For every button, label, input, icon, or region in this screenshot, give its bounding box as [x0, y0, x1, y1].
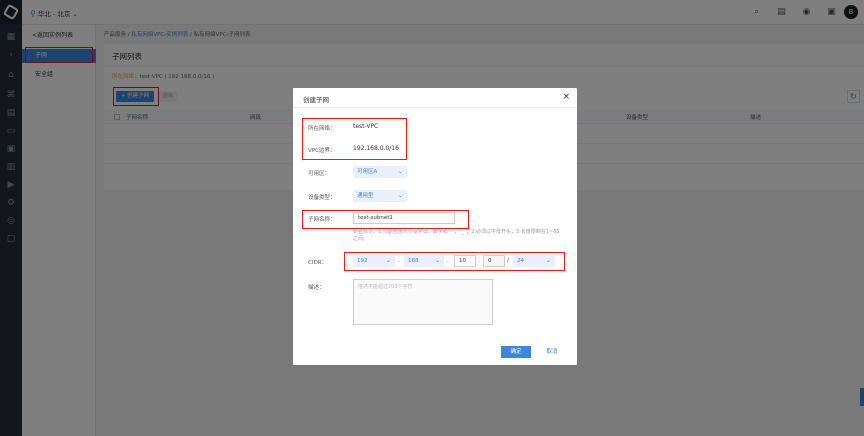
cidr-dot: . [478, 257, 480, 264]
cancel-button[interactable]: 取消 [537, 346, 567, 358]
cidr-label: CIDR： [308, 260, 328, 266]
divider [293, 107, 577, 108]
description-label: 描述： [308, 285, 325, 291]
create-subnet-dialog: 创建子网 × 所在网络： test-VPC VPC边界： 192.168.0.0… [293, 88, 577, 365]
device-type-select-value: 通用型 [357, 193, 374, 199]
chevron-down-icon: ⌄ [545, 257, 551, 264]
cidr-octet2-value: 168 [408, 258, 419, 264]
device-type-label: 设备类型： [308, 195, 336, 201]
device-type-select[interactable]: 通用型 ⌄ [353, 190, 407, 202]
vpc-cidr-value: 192.168.0.0/16 [353, 145, 399, 152]
cidr-octet3-input[interactable]: 10 [454, 255, 476, 267]
vpc-cidr-label: VPC边界： [308, 148, 336, 154]
cidr-mask-value: 24 [517, 258, 524, 264]
subnet-name-hint: 命名规范：1.只能包含大小写字母，数字和"-"，"_"；2.必须以字母开头；3.… [353, 229, 560, 242]
zone-select-value: 可用区A [357, 169, 378, 175]
cidr-dot: . [398, 257, 400, 264]
chevron-down-icon: ⌄ [434, 257, 440, 264]
cidr-dot: . [447, 257, 449, 264]
description-textarea[interactable]: 描述不能超过200个字符 [353, 279, 493, 325]
cidr-octet1-value: 192 [357, 258, 368, 264]
chevron-down-icon: ⌄ [385, 257, 391, 264]
dialog-title: 创建子网 [303, 96, 329, 104]
network-label: 所在网络： [308, 126, 336, 132]
network-value: test-VPC [353, 123, 379, 130]
cidr-octet4-input: 0 [483, 255, 505, 267]
cidr-slash: / [507, 257, 510, 264]
chevron-down-icon: ⌄ [397, 168, 403, 175]
zone-select[interactable]: 可用区A ⌄ [353, 166, 407, 178]
cidr-mask-select[interactable]: 24 ⌄ [513, 255, 555, 267]
zone-label: 可用区： [308, 171, 331, 177]
subnet-name-input[interactable]: test-subnet1 [353, 212, 455, 224]
cidr-octet1-select[interactable]: 192 ⌄ [353, 255, 395, 267]
cidr-octet2-select[interactable]: 168 ⌄ [404, 255, 444, 267]
confirm-button[interactable]: 确定 [501, 346, 531, 358]
close-icon[interactable]: × [562, 92, 570, 102]
chevron-down-icon: ⌄ [397, 192, 403, 199]
subnet-name-label: 子网名称： [308, 217, 336, 223]
